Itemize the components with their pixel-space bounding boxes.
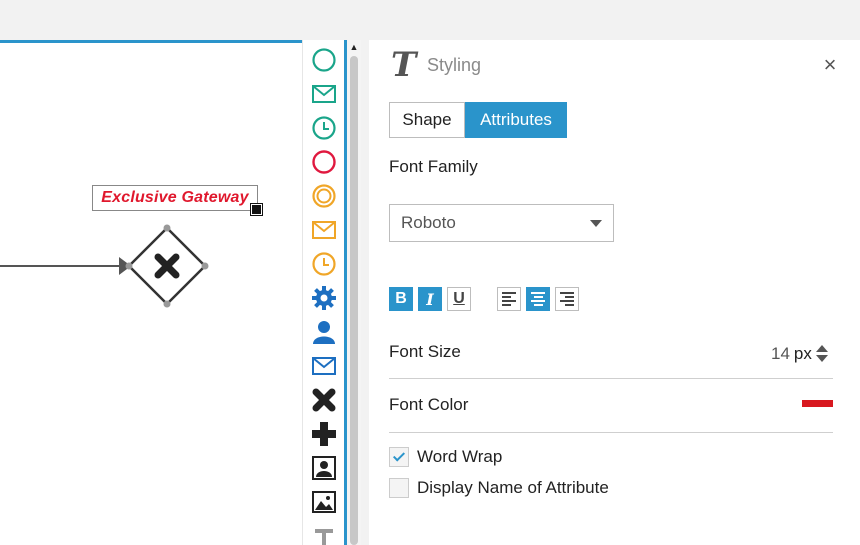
- canvas-drawing: [0, 224, 209, 308]
- bold-button[interactable]: B: [389, 287, 413, 311]
- word-wrap-checkbox[interactable]: [389, 447, 409, 467]
- exclusive-gateway-palette-icon[interactable]: [309, 385, 339, 415]
- divider: [389, 432, 833, 433]
- parallel-gateway-icon[interactable]: [309, 419, 339, 449]
- panel-title: Styling: [427, 54, 482, 75]
- align-right-button[interactable]: [555, 287, 579, 311]
- message-start-event-icon[interactable]: [309, 79, 339, 109]
- align-center-icon: [531, 290, 545, 308]
- app-root: Exclusive Gateway ▲ T Styling × Shape At…: [0, 0, 860, 545]
- font-size-value[interactable]: 14: [771, 344, 790, 364]
- word-wrap-label: Word Wrap: [417, 447, 503, 466]
- display-name-label: Display Name of Attribute: [417, 478, 609, 497]
- spinner-icon[interactable]: [815, 344, 828, 364]
- start-event-icon[interactable]: [309, 45, 339, 75]
- styling-icon: T: [391, 45, 417, 85]
- tab-bar: Shape Attributes: [389, 102, 567, 138]
- italic-button[interactable]: I: [418, 287, 442, 311]
- align-left-icon: [502, 290, 516, 308]
- display-name-checkbox[interactable]: [389, 478, 409, 498]
- font-color-label: Font Color: [389, 395, 469, 414]
- close-button[interactable]: ×: [820, 53, 840, 77]
- tab-attributes[interactable]: Attributes: [465, 102, 567, 138]
- send-task-icon[interactable]: [309, 351, 339, 381]
- font-family-label: Font Family: [389, 157, 478, 176]
- styling-panel: T Styling × Shape Attributes Font Family…: [369, 40, 860, 545]
- gateway-label-box[interactable]: Exclusive Gateway: [92, 185, 258, 211]
- divider: [389, 378, 833, 379]
- font-color-swatch[interactable]: [802, 400, 833, 407]
- text-icon[interactable]: [309, 521, 339, 545]
- resize-handle-icon[interactable]: [250, 203, 263, 216]
- intermediate-event-icon[interactable]: [309, 181, 339, 211]
- align-center-button[interactable]: [526, 287, 550, 311]
- word-wrap-checkbox-row[interactable]: Word Wrap: [389, 447, 502, 467]
- scroll-thumb[interactable]: [350, 56, 358, 545]
- palette-scrollbar[interactable]: ▲: [347, 40, 361, 545]
- gateway-label: Exclusive Gateway: [101, 189, 249, 206]
- panel-header: T Styling: [391, 48, 481, 82]
- font-size-stepper[interactable]: 14 px: [771, 344, 828, 364]
- user-task-icon[interactable]: [309, 317, 339, 347]
- scroll-up-icon[interactable]: ▲: [349, 42, 359, 52]
- timer-start-event-icon[interactable]: [309, 113, 339, 143]
- timer-intermediate-event-icon[interactable]: [309, 249, 339, 279]
- font-size-label: Font Size: [389, 342, 461, 361]
- diagram-canvas[interactable]: Exclusive Gateway: [0, 40, 302, 545]
- display-name-checkbox-row[interactable]: Display Name of Attribute: [389, 478, 609, 498]
- chevron-down-icon: [590, 220, 602, 227]
- shape-palette: [302, 40, 346, 545]
- image-icon[interactable]: [309, 487, 339, 517]
- font-size-unit: px: [793, 344, 812, 363]
- person-image-icon[interactable]: [309, 453, 339, 483]
- underline-button[interactable]: U: [447, 287, 471, 311]
- font-family-value: Roboto: [401, 213, 456, 232]
- tab-shape[interactable]: Shape: [389, 102, 465, 138]
- font-family-select[interactable]: Roboto: [389, 204, 614, 242]
- exclusive-gateway-icon[interactable]: [125, 224, 209, 308]
- service-task-icon[interactable]: [309, 283, 339, 313]
- top-band: [0, 0, 860, 40]
- checkmark-icon: [392, 449, 406, 462]
- align-left-button[interactable]: [497, 287, 521, 311]
- message-intermediate-event-icon[interactable]: [309, 215, 339, 245]
- end-event-icon[interactable]: [309, 147, 339, 177]
- align-right-icon: [560, 290, 574, 308]
